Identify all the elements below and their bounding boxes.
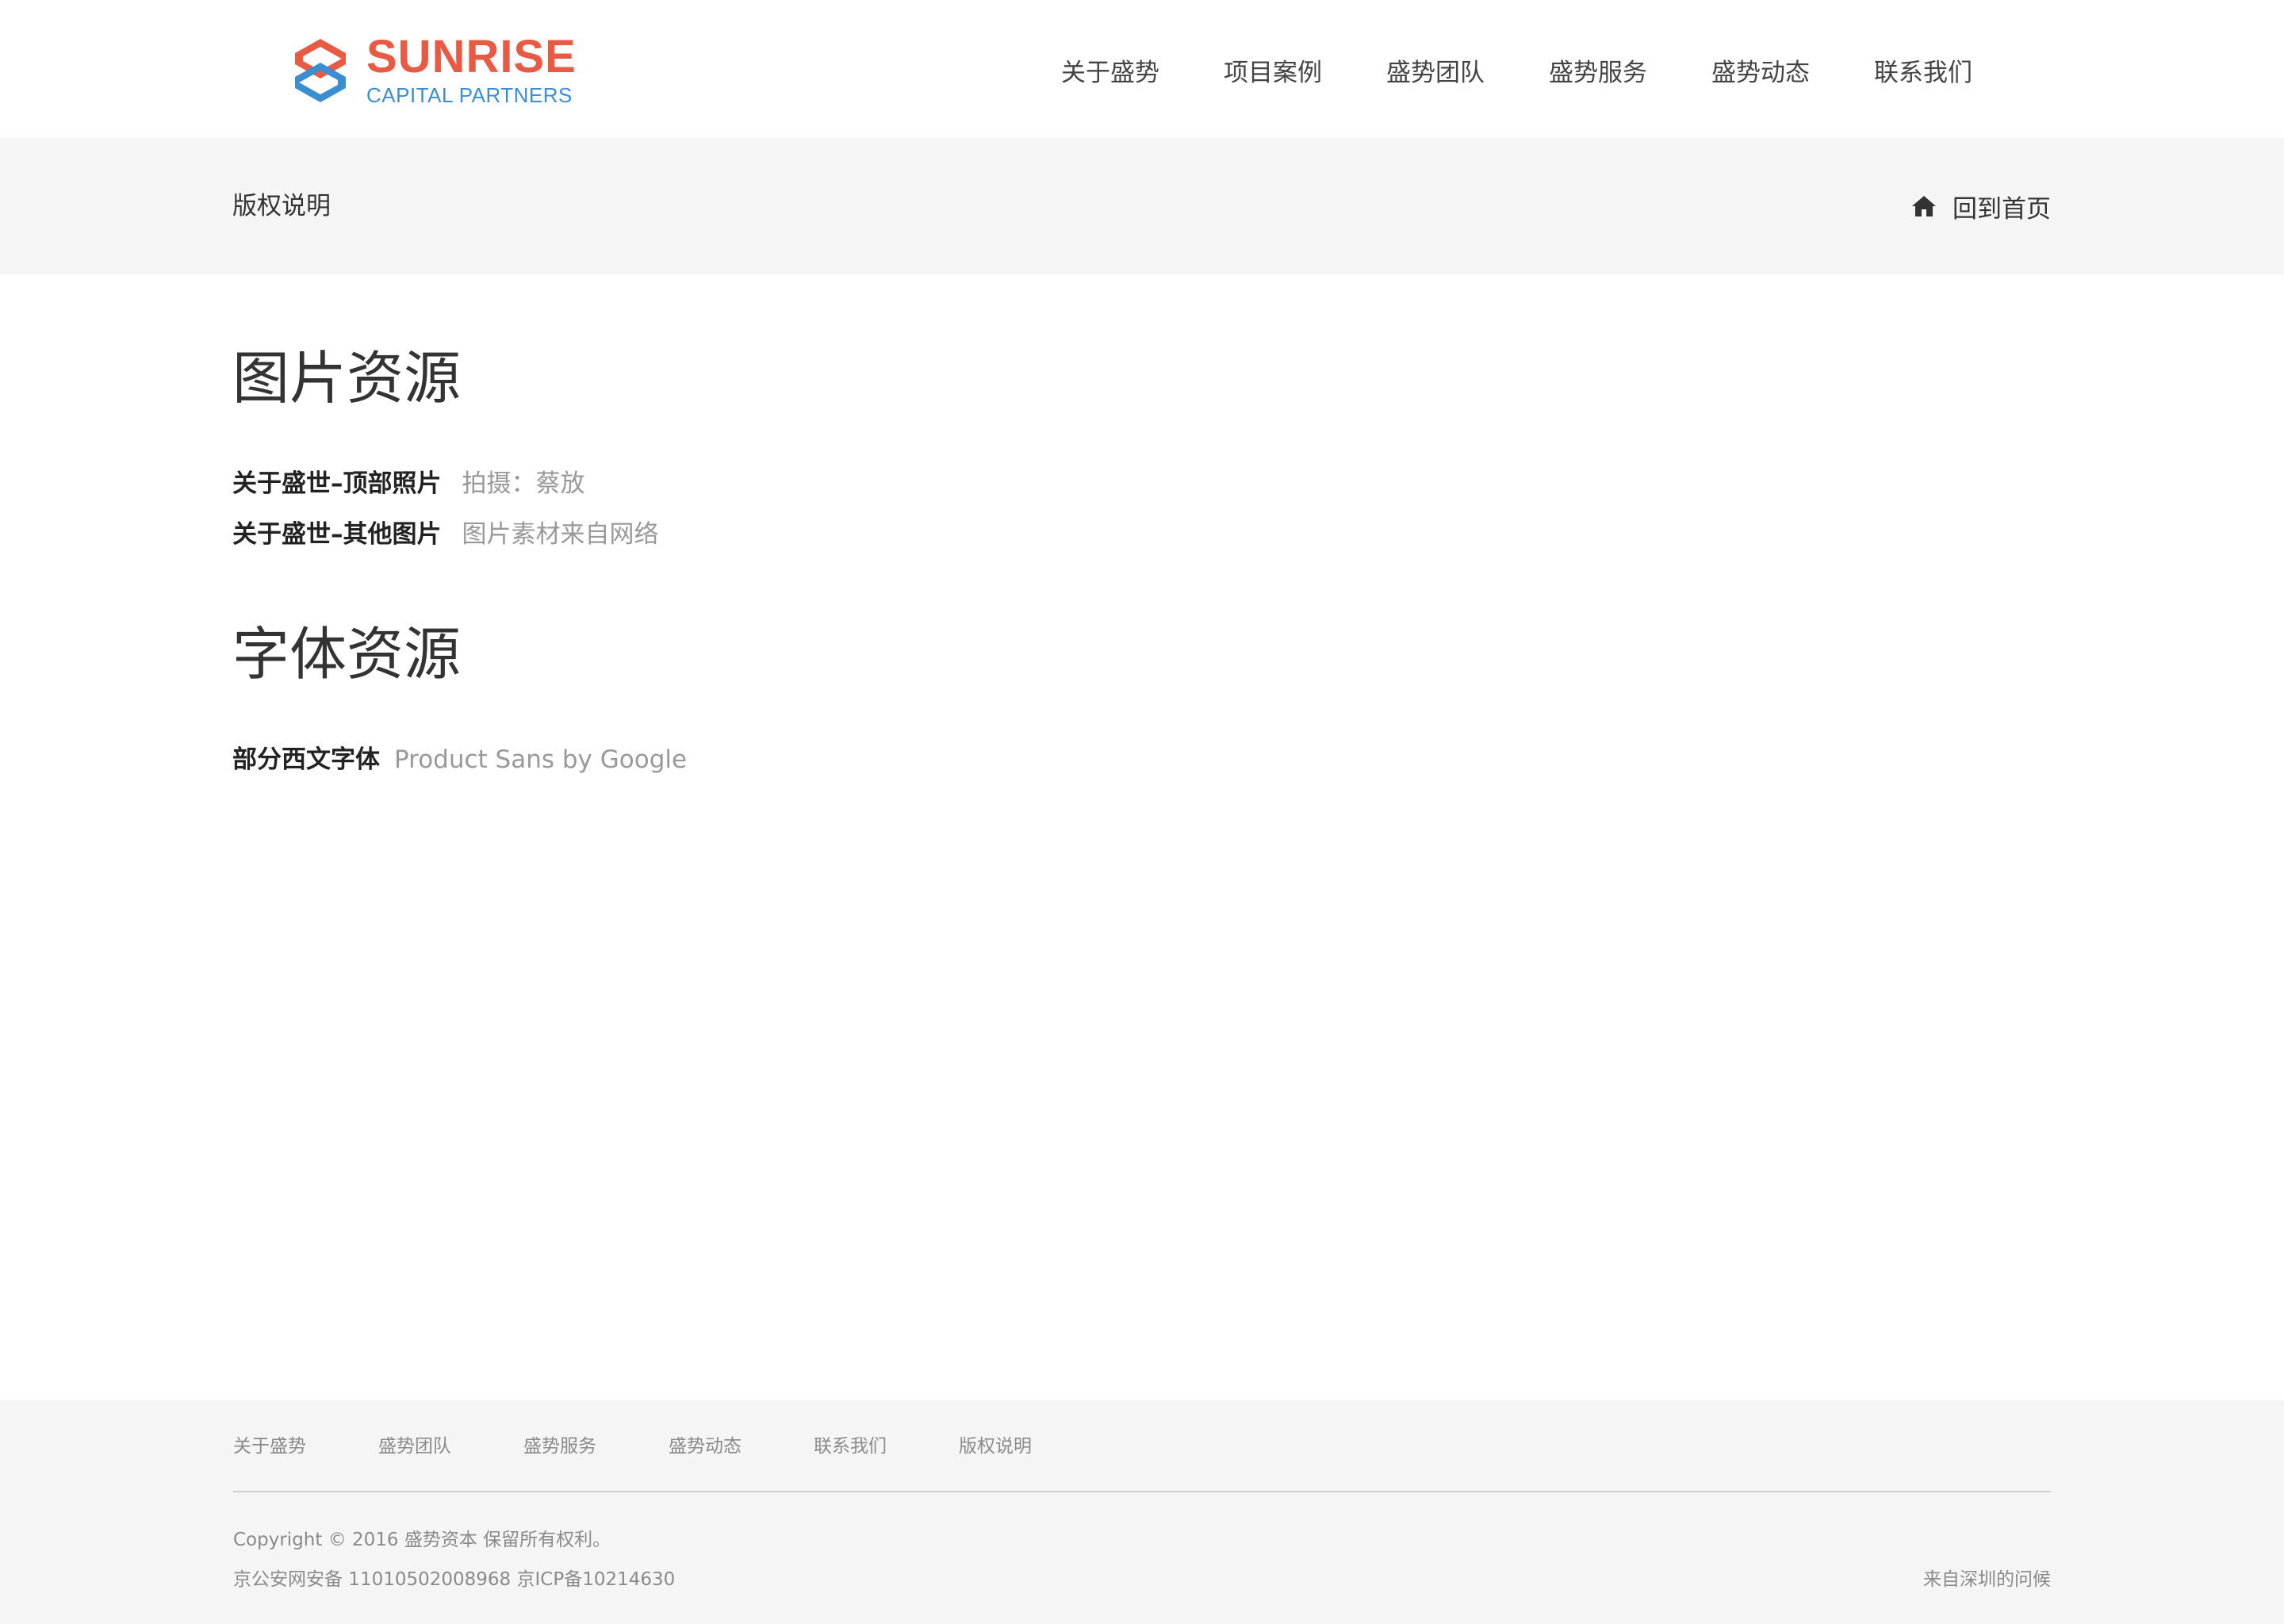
credit-row: 关于盛世–顶部照片 拍摄：蔡放 (232, 466, 585, 501)
section-title-fonts: 字体资源 (232, 621, 462, 688)
breadcrumb-bar: 版权说明 回到首页 (0, 138, 2284, 274)
credit-row: 部分西文字体 Product Sans by Google (232, 742, 687, 777)
footer-link-team[interactable]: 盛势团队 (378, 1431, 451, 1457)
credit-value: 拍摄：蔡放 (462, 469, 585, 498)
footer-nav: 关于盛势 盛势团队 盛势服务 盛势动态 联系我们 版权说明 (233, 1431, 1032, 1457)
credit-label: 关于盛世–其他图片 (232, 520, 442, 549)
footer-link-about[interactable]: 关于盛势 (233, 1431, 306, 1457)
nav-item-about[interactable]: 关于盛势 (1061, 52, 1159, 88)
site-header: SUNRISE CAPITAL PARTNERS 关于盛势 项目案例 盛势团队 … (0, 0, 2284, 138)
footer-greeting: 来自深圳的问候 (1923, 1569, 2051, 1590)
copyright-text: Copyright © 2016 盛势资本 保留所有权利。 (233, 1530, 611, 1550)
nav-item-services[interactable]: 盛势服务 (1549, 52, 1647, 88)
footer-link-news[interactable]: 盛势动态 (669, 1431, 742, 1457)
nav-item-news[interactable]: 盛势动态 (1711, 52, 1810, 88)
nav-item-team[interactable]: 盛势团队 (1386, 52, 1485, 88)
credit-value: Product Sans by Google (394, 745, 688, 774)
page-title: 版权说明 (232, 192, 331, 220)
credit-row: 关于盛世–其他图片 图片素材来自网络 (232, 517, 659, 552)
back-home-link[interactable]: 回到首页 (1911, 187, 2051, 225)
credit-value: 图片素材来自网络 (462, 520, 659, 549)
main-nav: 关于盛势 项目案例 盛势团队 盛势服务 盛势动态 联系我们 (1061, 48, 1972, 92)
footer-divider (233, 1491, 2051, 1492)
back-home-label: 回到首页 (1953, 194, 2051, 224)
footer-link-services[interactable]: 盛势服务 (523, 1431, 596, 1457)
nav-item-projects[interactable]: 项目案例 (1224, 52, 1322, 88)
icp-registration: 京公安网安备 11010502008968 京ICP备10214630 (233, 1569, 676, 1590)
brand-subtitle: CAPITAL PARTNERS (366, 83, 573, 107)
sunrise-logo-icon (295, 39, 346, 102)
nav-item-contact[interactable]: 联系我们 (1874, 52, 1972, 88)
home-icon (1912, 196, 1936, 216)
site-footer: 关于盛势 盛势团队 盛势服务 盛势动态 联系我们 版权说明 Copyright … (0, 1400, 2284, 1624)
brand-name: SUNRISE (366, 31, 577, 82)
credit-label: 部分西文字体 (232, 745, 380, 774)
brand-logo[interactable]: SUNRISE CAPITAL PARTNERS (292, 31, 577, 107)
footer-link-contact[interactable]: 联系我们 (814, 1431, 887, 1457)
credit-label: 关于盛世–顶部照片 (232, 469, 442, 498)
footer-link-copyright[interactable]: 版权说明 (959, 1431, 1032, 1457)
section-title-images: 图片资源 (232, 345, 462, 412)
